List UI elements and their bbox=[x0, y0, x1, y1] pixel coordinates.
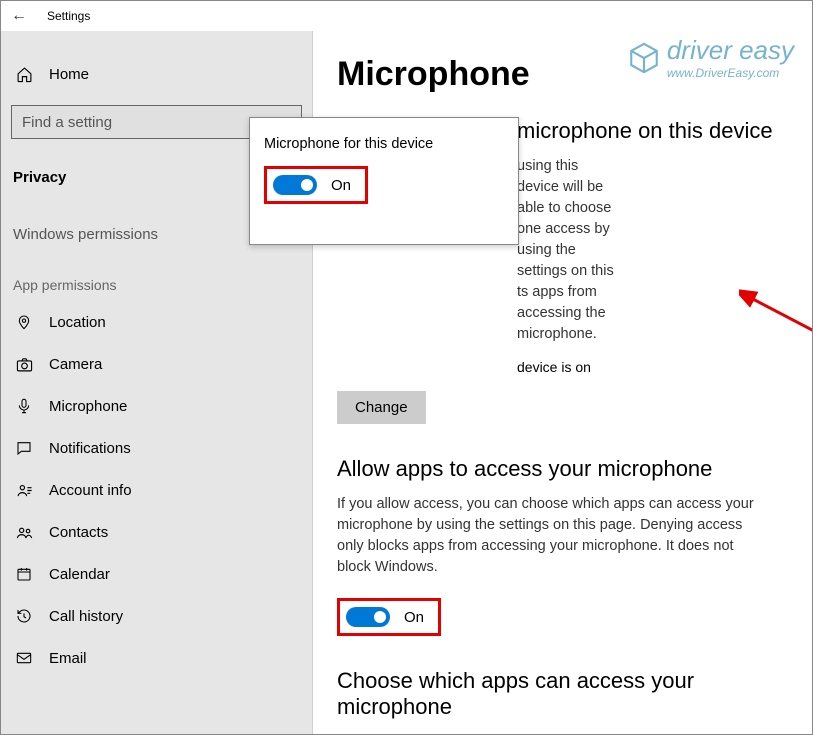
allow-apps-toggle-label: On bbox=[404, 609, 424, 626]
sidebar-item-label: Notifications bbox=[49, 440, 131, 457]
annotation-highlight-box: On bbox=[264, 166, 368, 204]
watermark-url: www.DriverEasy.com bbox=[667, 66, 794, 80]
annotation-arrow bbox=[739, 289, 812, 354]
popup-title: Microphone for this device bbox=[264, 136, 504, 152]
sidebar-item-label: Contacts bbox=[49, 524, 108, 541]
watermark-icon bbox=[627, 39, 661, 77]
search-placeholder: Find a setting bbox=[22, 114, 112, 131]
sidebar-home[interactable]: Home bbox=[1, 55, 312, 93]
sidebar-item-label: Microphone bbox=[49, 398, 127, 415]
sidebar-item-label: Email bbox=[49, 650, 87, 667]
window-title: Settings bbox=[47, 9, 90, 23]
back-icon[interactable]: ← bbox=[11, 7, 27, 25]
sidebar-item-call-history[interactable]: Call history bbox=[1, 595, 312, 637]
microphone-icon bbox=[15, 397, 33, 415]
sidebar-item-calendar[interactable]: Calendar bbox=[1, 553, 312, 595]
device-microphone-toggle[interactable] bbox=[273, 175, 317, 195]
history-icon bbox=[15, 607, 33, 625]
watermark-brand: driver easy bbox=[667, 35, 794, 65]
sidebar-group-app-permissions: App permissions bbox=[1, 261, 312, 301]
location-icon bbox=[15, 313, 33, 331]
sidebar-item-label: Camera bbox=[49, 356, 102, 373]
device-access-status: device is on bbox=[337, 359, 782, 375]
sidebar-item-label: Call history bbox=[49, 608, 123, 625]
sidebar-item-account-info[interactable]: Account info bbox=[1, 469, 312, 511]
home-label: Home bbox=[49, 66, 89, 83]
device-microphone-toggle-label: On bbox=[331, 177, 351, 194]
section-allow-apps-body: If you allow access, you can choose whic… bbox=[337, 494, 767, 578]
sidebar-item-camera[interactable]: Camera bbox=[1, 343, 312, 385]
annotation-highlight-box: On bbox=[337, 598, 441, 636]
notifications-icon bbox=[15, 439, 33, 457]
section-choose-apps-body: Some apps need to access your microphone… bbox=[337, 732, 767, 734]
section-allow-apps-title: Allow apps to access your microphone bbox=[337, 456, 782, 482]
account-icon bbox=[15, 481, 33, 499]
contacts-icon bbox=[15, 523, 33, 541]
sidebar-item-notifications[interactable]: Notifications bbox=[1, 427, 312, 469]
change-button[interactable]: Change bbox=[337, 391, 426, 424]
camera-icon bbox=[15, 355, 33, 373]
device-microphone-popup: Microphone for this device On bbox=[249, 117, 519, 245]
email-icon bbox=[15, 649, 33, 667]
calendar-icon bbox=[15, 565, 33, 583]
allow-apps-toggle[interactable] bbox=[346, 607, 390, 627]
section-choose-apps-title: Choose which apps can access your microp… bbox=[337, 668, 782, 720]
sidebar-item-email[interactable]: Email bbox=[1, 637, 312, 679]
sidebar-item-label: Calendar bbox=[49, 566, 110, 583]
sidebar-item-label: Account info bbox=[49, 482, 132, 499]
sidebar-item-microphone[interactable]: Microphone bbox=[1, 385, 312, 427]
sidebar-item-contacts[interactable]: Contacts bbox=[1, 511, 312, 553]
watermark: driver easy www.DriverEasy.com bbox=[627, 35, 794, 80]
sidebar-item-label: Location bbox=[49, 314, 106, 331]
sidebar-item-location[interactable]: Location bbox=[1, 301, 312, 343]
home-icon bbox=[15, 65, 33, 83]
